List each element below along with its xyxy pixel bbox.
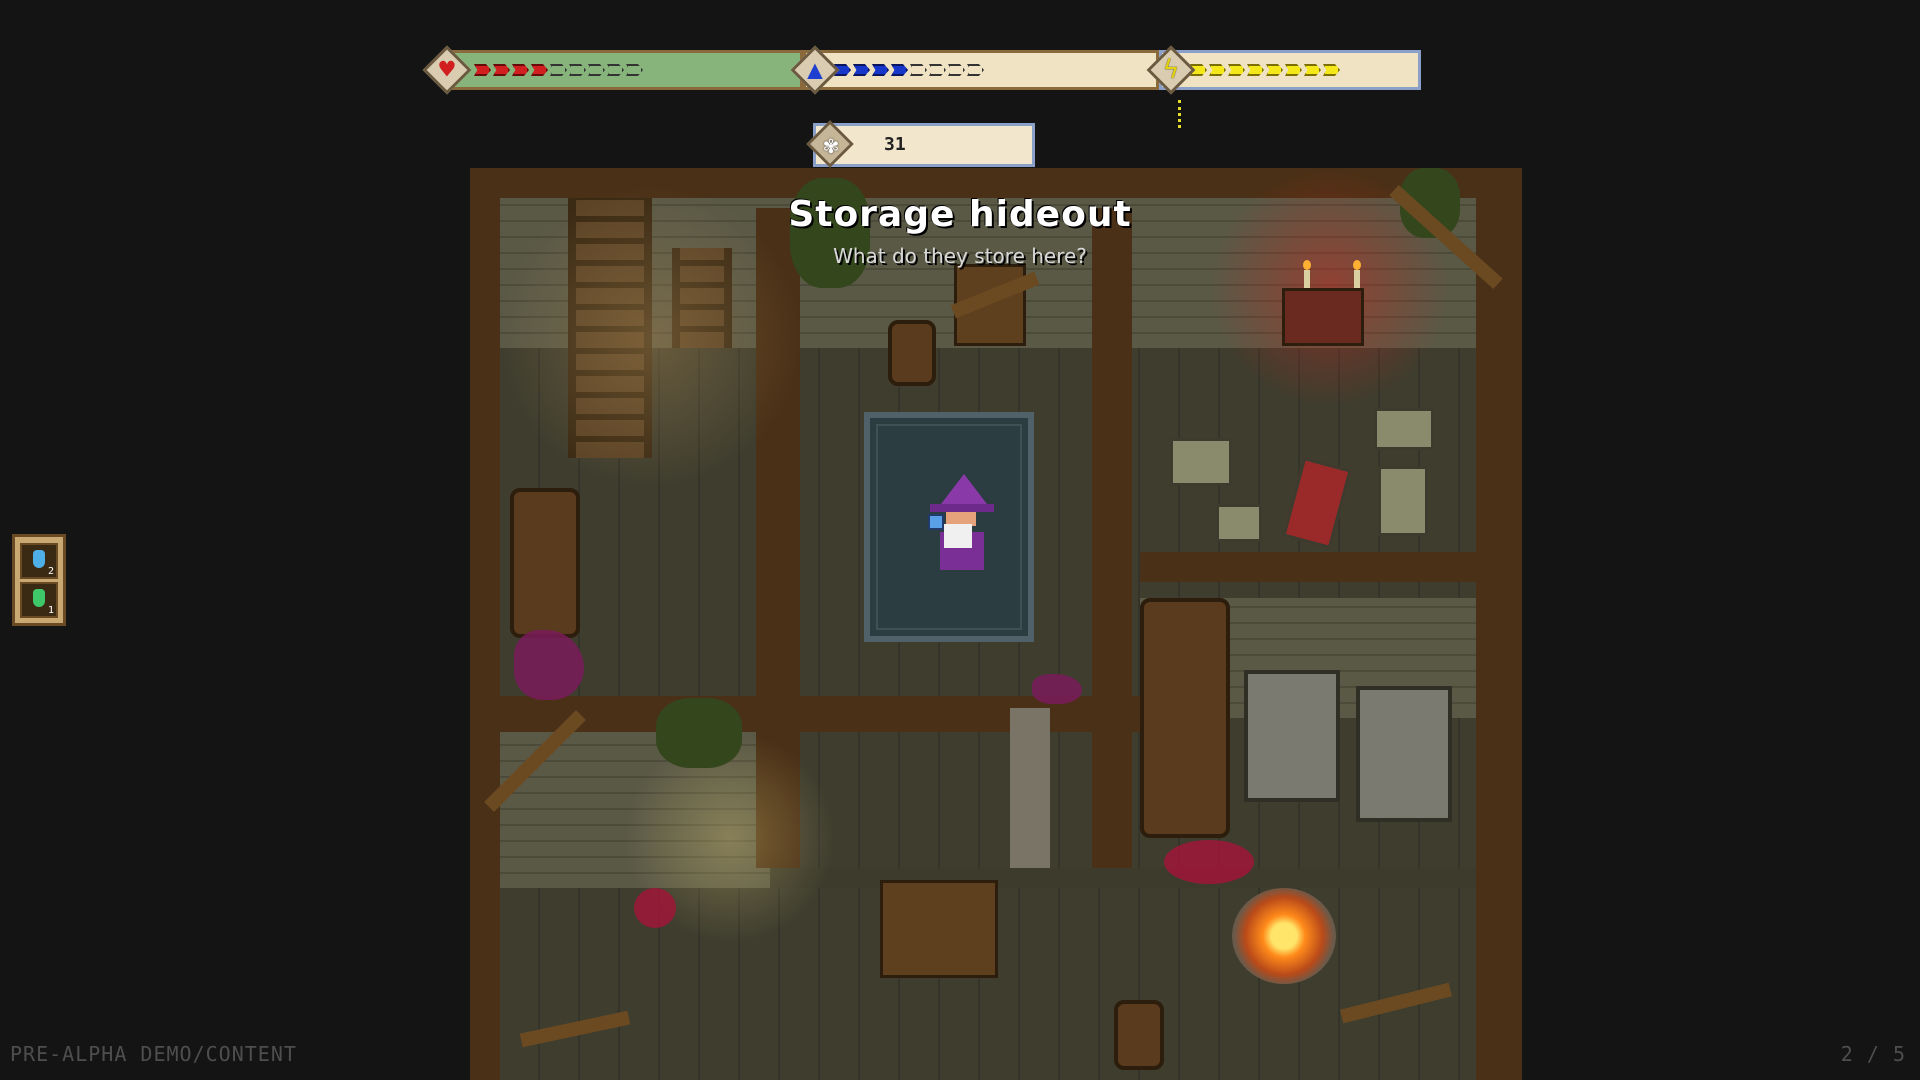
pip-empty xyxy=(569,64,586,76)
pip-empty xyxy=(550,64,567,76)
wizard-beard xyxy=(944,524,972,548)
lightning-icon: ϟ xyxy=(1163,55,1179,85)
storage-shelf xyxy=(1356,686,1452,822)
crate xyxy=(1170,438,1232,486)
wizard-hat xyxy=(938,474,990,508)
mana-pips xyxy=(834,64,984,76)
soul-gem-icon: ✾ xyxy=(823,131,839,159)
location-title: Storage hideout xyxy=(788,194,1132,235)
pip-filled xyxy=(493,64,510,76)
candle xyxy=(1303,260,1311,288)
pip-filled xyxy=(872,64,889,76)
pip-filled xyxy=(512,64,529,76)
blood-splat xyxy=(1164,840,1254,884)
stamina-bar xyxy=(1159,50,1421,90)
inventory-slot-1[interactable]: 2 xyxy=(20,542,58,579)
pip-filled xyxy=(531,64,548,76)
page-indicator: 2 / 5 xyxy=(1840,1042,1906,1066)
campfire xyxy=(1232,888,1336,984)
blue-potion-icon xyxy=(33,549,45,568)
stamina-pips xyxy=(1190,64,1340,76)
pip-empty xyxy=(910,64,927,76)
stamina-drip xyxy=(1178,100,1185,128)
inventory-slot-2[interactable]: 1 xyxy=(20,581,58,618)
pip-filled xyxy=(1247,64,1264,76)
blood-splat xyxy=(634,888,676,928)
pip-filled xyxy=(853,64,870,76)
candle xyxy=(1353,260,1361,288)
pip-filled xyxy=(474,64,491,76)
pip-empty xyxy=(626,64,643,76)
location-subtitle: What do they store here? xyxy=(833,244,1087,268)
pip-empty xyxy=(929,64,946,76)
barrel xyxy=(1114,1000,1164,1070)
plant xyxy=(656,698,742,768)
candle-altar xyxy=(1282,288,1364,346)
pip-filled xyxy=(1266,64,1283,76)
heart-icon: ♥ xyxy=(439,55,455,85)
currency-count: 31 xyxy=(884,134,906,155)
player-wizard xyxy=(922,474,1002,574)
slot-count: 2 xyxy=(47,565,54,577)
pip-filled xyxy=(1285,64,1302,76)
barrel-large xyxy=(510,488,580,638)
pip-empty xyxy=(607,64,624,76)
mana-bar xyxy=(803,50,1159,90)
pip-empty xyxy=(967,64,984,76)
purple-stain xyxy=(1032,674,1082,704)
wizard-hat-icon: ▲ xyxy=(807,55,823,85)
beam-right xyxy=(1476,168,1522,1080)
pip-filled xyxy=(1323,64,1340,76)
beam-mid-right xyxy=(1092,208,1132,868)
pip-empty xyxy=(948,64,965,76)
pip-filled xyxy=(1304,64,1321,76)
pip-filled xyxy=(1228,64,1245,76)
status-bar: ♥ ▲ ϟ xyxy=(422,45,1425,95)
health-bar xyxy=(443,50,803,90)
build-label: PRE-ALPHA DEMO/CONTENT xyxy=(10,1042,297,1066)
game-viewport[interactable] xyxy=(470,168,1522,1080)
pip-filled xyxy=(1209,64,1226,76)
currency-counter: ✾ 31 xyxy=(806,120,1035,168)
quick-inventory: 2 1 xyxy=(12,534,66,626)
ambient-light xyxy=(490,168,810,508)
slot-count: 1 xyxy=(47,604,54,616)
barrel xyxy=(888,320,936,386)
pip-empty xyxy=(588,64,605,76)
wizard-hat-brim xyxy=(930,504,994,512)
hanging-cloth xyxy=(1010,708,1050,868)
barrel-large xyxy=(1140,598,1230,838)
beam-shelf xyxy=(1140,552,1480,582)
crate xyxy=(1378,466,1428,536)
wooden-table xyxy=(880,880,998,978)
crate xyxy=(1216,504,1262,542)
green-potion-icon xyxy=(33,588,45,607)
storage-shelf xyxy=(1244,670,1340,802)
wizard-staff-orb xyxy=(928,514,944,530)
pip-filled xyxy=(891,64,908,76)
crate xyxy=(1374,408,1434,450)
health-pips xyxy=(474,64,643,76)
